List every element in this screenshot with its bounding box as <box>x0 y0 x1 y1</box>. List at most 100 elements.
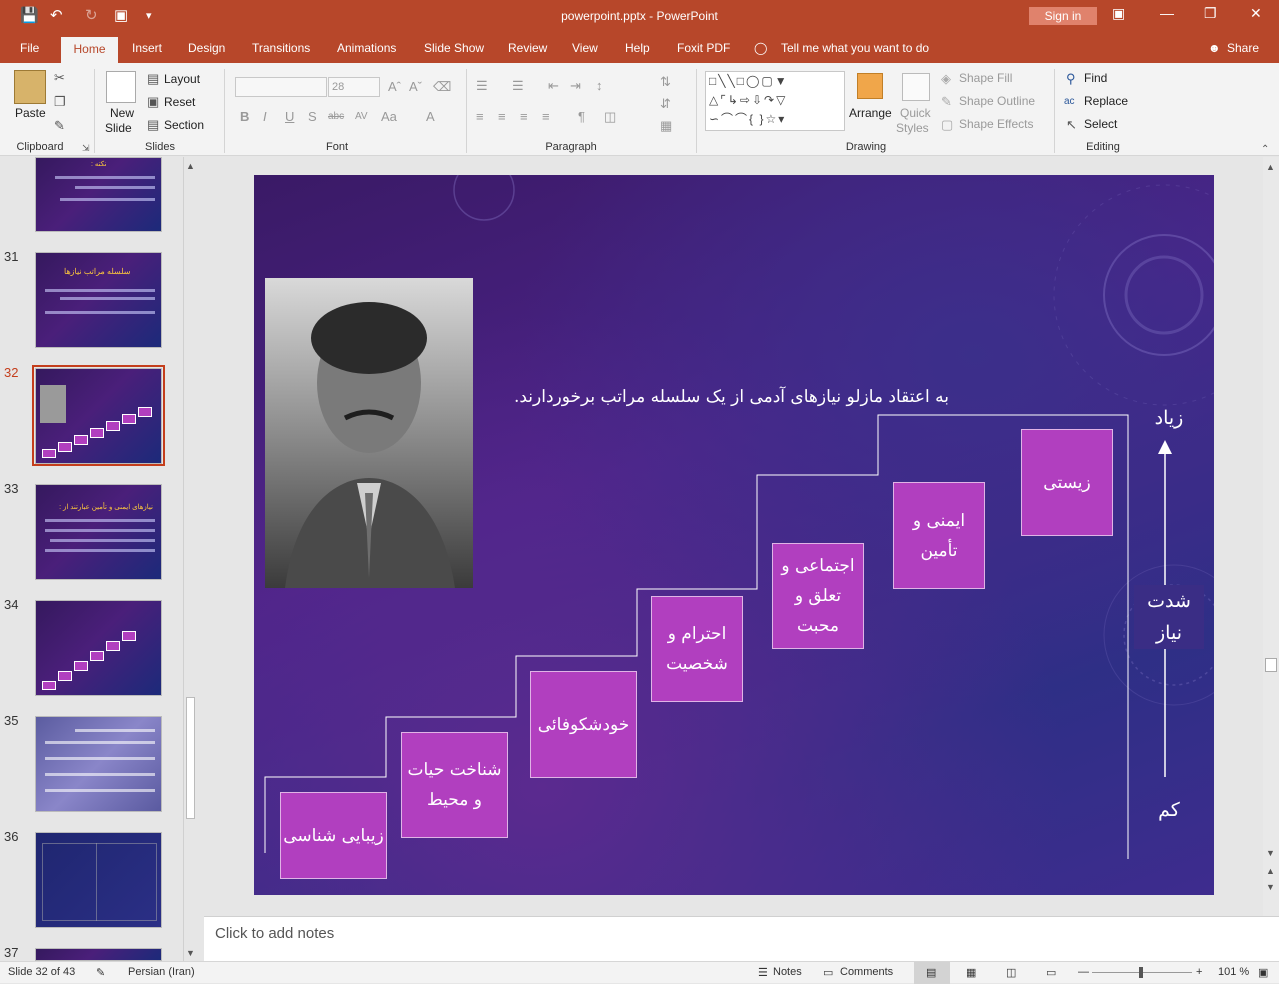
share-button[interactable]: Share <box>1227 41 1259 55</box>
shape-fill-button[interactable]: Shape Fill <box>959 71 1012 85</box>
tab-help[interactable]: Help <box>625 41 650 55</box>
align-center-icon[interactable]: ≡ <box>498 110 506 123</box>
cut-icon[interactable]: ✂ <box>54 71 65 84</box>
language-indicator[interactable]: Persian (Iran) <box>128 966 195 978</box>
scroll-thumb[interactable] <box>1265 658 1277 672</box>
tab-foxit-pdf[interactable]: Foxit PDF <box>677 41 730 55</box>
new-slide-label-2[interactable]: Slide <box>105 121 132 135</box>
need-box-safety[interactable]: ایمنی و تأمین <box>893 482 985 589</box>
tab-review[interactable]: Review <box>508 41 547 55</box>
previous-slide-icon[interactable]: ▲ <box>1266 865 1275 878</box>
find-button[interactable]: Find <box>1084 71 1107 85</box>
minimize-icon[interactable]: — <box>1160 5 1174 21</box>
bold-icon[interactable]: B <box>240 110 249 123</box>
format-painter-icon[interactable]: ✎ <box>54 119 65 132</box>
section-button[interactable]: Section <box>164 118 204 132</box>
bullets-icon[interactable]: ☰ <box>476 79 488 92</box>
align-right-icon[interactable]: ≡ <box>520 110 528 123</box>
font-name-select[interactable] <box>235 77 327 97</box>
rtl-icon[interactable]: ¶ <box>578 110 585 123</box>
shadow-icon[interactable]: S <box>308 110 317 123</box>
select-button[interactable]: Select <box>1084 117 1117 131</box>
numbering-icon[interactable]: ☰ <box>512 79 524 92</box>
text-direction-icon[interactable]: ⇅ <box>660 75 671 88</box>
tab-design[interactable]: Design <box>188 41 225 55</box>
shape-outline-button[interactable]: Shape Outline <box>959 94 1035 108</box>
layout-button[interactable]: Layout <box>164 72 200 86</box>
change-case-icon[interactable]: Aa <box>381 110 397 123</box>
need-box-esteem[interactable]: احترام و شخصیت <box>651 596 743 702</box>
need-box-belonging[interactable]: اجتماعی و تعلق و محبت <box>772 543 864 649</box>
restore-icon[interactable]: ❐ <box>1204 5 1217 22</box>
clipboard-launcher-icon[interactable]: ⇲ <box>82 142 90 155</box>
zoom-in-icon[interactable]: + <box>1196 966 1202 978</box>
font-size-select[interactable]: 28 <box>328 77 380 97</box>
decrease-indent-icon[interactable]: ⇤ <box>548 79 559 92</box>
thumbnail-slide-32[interactable] <box>35 368 162 464</box>
scroll-down-icon[interactable]: ▼ <box>186 947 195 960</box>
collapse-ribbon-icon[interactable]: ⌃ <box>1261 143 1269 156</box>
thumbnail-scrollbar[interactable]: ▲ ▼ <box>183 157 197 961</box>
scroll-up-icon[interactable]: ▲ <box>1266 161 1275 174</box>
reset-button[interactable]: Reset <box>164 95 195 109</box>
quick-styles-label-1[interactable]: Quick <box>900 106 931 120</box>
tab-insert[interactable]: Insert <box>132 41 162 55</box>
slide-statement[interactable]: به اعتقاد مازلو نیازهای آدمی از یک سلسله… <box>484 387 949 407</box>
slide-canvas[interactable]: به اعتقاد مازلو نیازهای آدمی از یک سلسله… <box>254 175 1214 895</box>
fit-to-window-icon[interactable]: ▣ <box>1258 966 1268 979</box>
increase-indent-icon[interactable]: ⇥ <box>570 79 581 92</box>
next-slide-icon[interactable]: ▼ <box>1266 881 1275 894</box>
need-box-physiological[interactable]: زیستی <box>1021 429 1113 536</box>
tab-home[interactable]: Home <box>61 37 118 63</box>
comments-button[interactable]: Comments <box>840 966 893 978</box>
justify-icon[interactable]: ≡ <box>542 110 550 123</box>
thumbnail-slide-35[interactable] <box>35 716 162 812</box>
tab-animations[interactable]: Animations <box>337 41 396 55</box>
shapes-gallery[interactable]: □╲╲□◯▢▼ △⌜↳⇨⇩↷▽ ∽⌒⌒{ }☆▾ <box>705 71 845 131</box>
zoom-level[interactable]: 101 % <box>1218 966 1249 978</box>
editor-scrollbar[interactable]: ▲ ▼ ▲ ▼ <box>1263 157 1279 916</box>
strikethrough-icon[interactable]: abc <box>328 110 344 123</box>
smartart-icon[interactable]: ▦ <box>660 119 672 132</box>
zoom-out-icon[interactable]: — <box>1078 966 1089 978</box>
scroll-thumb[interactable] <box>186 697 195 819</box>
tab-file[interactable]: File <box>20 41 39 55</box>
tell-me-search[interactable]: Tell me what you want to do <box>781 41 929 55</box>
normal-view-icon[interactable]: ▤ <box>926 966 936 979</box>
align-left-icon[interactable]: ≡ <box>476 110 484 123</box>
copy-icon[interactable]: ❐ <box>54 95 66 108</box>
need-box-cognitive[interactable]: شناخت حیات و محیط <box>401 732 508 838</box>
columns-icon[interactable]: ◫ <box>604 110 616 123</box>
quick-styles-label-2[interactable]: Styles <box>896 121 929 135</box>
scroll-down-icon[interactable]: ▼ <box>1266 847 1275 860</box>
thumbnail-slide-36[interactable] <box>35 832 162 928</box>
line-spacing-icon[interactable]: ↕ <box>596 79 603 92</box>
arrange-icon[interactable] <box>857 73 883 99</box>
slideshow-icon[interactable]: ▭ <box>1046 966 1056 979</box>
shape-effects-button[interactable]: Shape Effects <box>959 117 1034 131</box>
replace-button[interactable]: Replace <box>1084 94 1128 108</box>
notes-placeholder[interactable]: Click to add notes <box>215 925 334 942</box>
need-box-self-actualization[interactable]: خودشکوفائی <box>530 671 637 778</box>
quick-styles-icon[interactable] <box>902 73 930 101</box>
notes-button[interactable]: Notes <box>773 966 802 978</box>
tab-view[interactable]: View <box>572 41 598 55</box>
zoom-slider-thumb[interactable] <box>1139 967 1143 978</box>
sign-in-button[interactable]: Sign in <box>1029 7 1097 25</box>
scroll-up-icon[interactable]: ▲ <box>186 160 195 173</box>
align-text-icon[interactable]: ⇵ <box>660 97 671 110</box>
increase-font-icon[interactable]: Aˆ <box>388 80 401 93</box>
slide-sorter-icon[interactable]: ▦ <box>966 966 976 979</box>
character-spacing-icon[interactable]: AV <box>355 110 368 123</box>
need-box-aesthetic[interactable]: زیبایی شناسی <box>280 792 387 879</box>
thumbnail-slide-30[interactable]: نکته : <box>35 157 162 232</box>
font-color-icon[interactable]: A <box>426 110 435 123</box>
underline-icon[interactable]: U <box>285 110 294 123</box>
spell-check-icon[interactable]: ✎ <box>96 966 105 979</box>
paste-icon[interactable] <box>14 70 46 104</box>
arrange-button[interactable]: Arrange <box>849 106 892 120</box>
tab-slide-show[interactable]: Slide Show <box>424 41 484 55</box>
thumbnail-slide-31[interactable]: سلسله مراتب نیازها <box>35 252 162 348</box>
notes-pane[interactable]: Click to add notes <box>204 916 1279 961</box>
italic-icon[interactable]: I <box>263 110 267 123</box>
